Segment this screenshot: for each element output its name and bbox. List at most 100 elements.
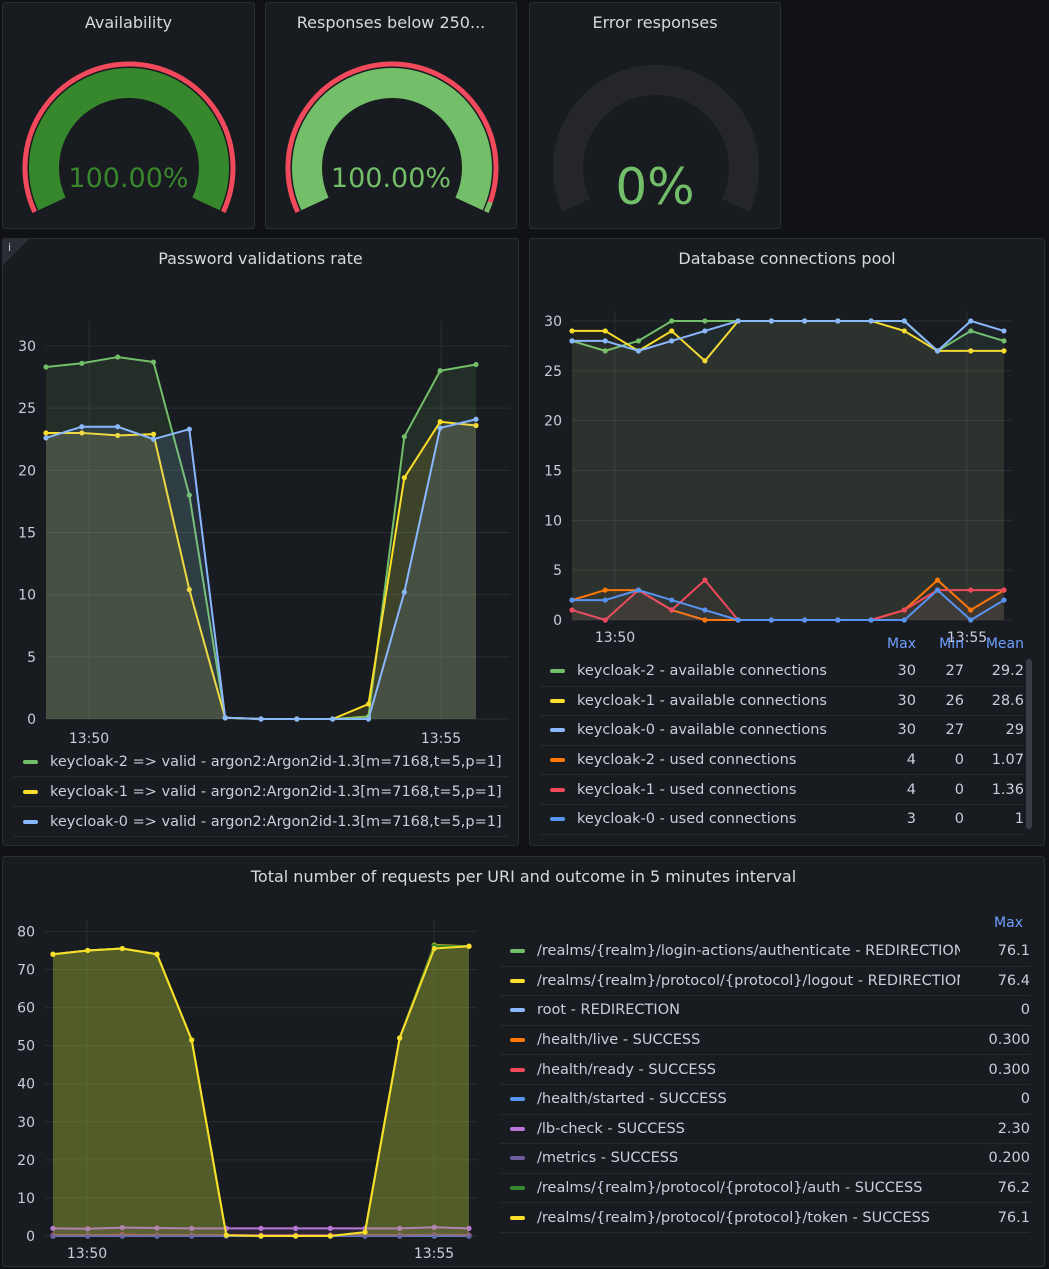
legend-item[interactable]: /realms/{realm}/protocol/{protocol}/logo… xyxy=(500,967,1030,997)
data-point xyxy=(702,577,708,583)
gauge-value: 100.00% xyxy=(68,163,189,194)
legend-item[interactable]: /health/live - SUCCESS 0.300 xyxy=(500,1026,1030,1056)
data-point xyxy=(802,617,808,623)
legend-header-max[interactable]: Max xyxy=(860,636,916,652)
gauge-panel-errors[interactable]: Error responses 0% xyxy=(529,2,781,229)
legend-item[interactable]: /health/started - SUCCESS 0 xyxy=(500,1085,1030,1115)
legend-item[interactable]: keycloak-2 - available connections 30 27 29… xyxy=(540,657,1024,687)
data-point xyxy=(258,716,264,722)
legend-mean-value: 29 xyxy=(1005,722,1024,739)
legend-item[interactable]: /health/ready - SUCCESS 0.300 xyxy=(500,1055,1030,1085)
legend-item[interactable]: keycloak-0 - used connections 3 0 1 xyxy=(540,805,1024,835)
data-point xyxy=(327,1225,333,1231)
legend-max-value: 3 xyxy=(906,811,916,828)
data-point xyxy=(669,318,675,324)
data-point xyxy=(768,617,774,623)
data-point xyxy=(186,426,192,432)
legend-color-swatch xyxy=(550,787,565,792)
data-point xyxy=(868,617,874,623)
y-tick-label: 0 xyxy=(553,613,562,629)
legend-item[interactable]: /metrics - SUCCESS 0.200 xyxy=(500,1144,1030,1174)
data-point xyxy=(154,951,160,957)
data-point xyxy=(258,1233,264,1239)
data-point xyxy=(901,318,907,324)
legend-item[interactable]: keycloak-2 => valid - argon2:Argon2id-1.… xyxy=(13,747,509,777)
data-point xyxy=(365,701,372,707)
legend-item[interactable]: /realms/{realm}/login-actions/authentica… xyxy=(500,937,1030,967)
data-point xyxy=(362,1229,368,1235)
legend-label: keycloak-0 - available connections xyxy=(577,722,827,739)
y-tick-label: 25 xyxy=(544,364,562,380)
data-point xyxy=(1001,587,1007,593)
legend-mean-value: 1.07 xyxy=(991,752,1024,769)
y-tick-label: 80 xyxy=(17,924,35,940)
requests-per-uri-panel[interactable]: Total number of requests per URI and out… xyxy=(2,856,1045,1267)
data-point xyxy=(115,424,121,430)
legend-color-swatch xyxy=(23,789,38,794)
data-point xyxy=(901,607,907,613)
gauge-panel-responses[interactable]: Responses below 250... 100.00% xyxy=(265,2,517,229)
legend-max-value: 0.300 xyxy=(988,1032,1030,1049)
data-point xyxy=(330,716,336,722)
y-tick-label: 60 xyxy=(17,1001,35,1017)
legend-item[interactable]: /realms/{realm}/protocol/{protocol}/auth… xyxy=(500,1174,1030,1204)
data-point xyxy=(43,364,49,370)
y-tick-label: 5 xyxy=(553,563,562,579)
legend-label: /realms/{realm}/protocol/{protocol}/auth… xyxy=(537,1180,923,1197)
data-point xyxy=(189,1037,195,1043)
db-connections-panel[interactable]: Database connections pool 0 5 10 15 20 25 30 13… xyxy=(529,238,1045,846)
legend-color-swatch xyxy=(550,698,565,703)
legend-label: /metrics - SUCCESS xyxy=(537,1150,679,1167)
legend-color-swatch xyxy=(550,728,565,733)
data-point xyxy=(50,951,56,957)
legend-item[interactable]: keycloak-0 - available connections 30 27 29 xyxy=(540,716,1024,746)
legend-item[interactable]: keycloak-1 - used connections 4 0 1.36 xyxy=(540,775,1024,805)
y-tick-label: 10 xyxy=(18,588,36,604)
legend-label: keycloak-1 - used connections xyxy=(577,781,797,798)
legend-header-max[interactable]: Max xyxy=(963,915,1023,931)
legend-label: /health/started - SUCCESS xyxy=(537,1091,727,1108)
legend-header-mean[interactable]: Mean xyxy=(964,636,1024,652)
data-point xyxy=(835,318,841,324)
legend-min-value: 0 xyxy=(954,811,964,828)
data-point xyxy=(702,318,708,324)
data-point xyxy=(79,360,85,366)
legend-max-value: 0.300 xyxy=(988,1061,1030,1078)
legend-max-value: 76.2 xyxy=(997,1180,1030,1197)
data-point xyxy=(43,430,49,436)
legend-item[interactable]: /lb-check - SUCCESS 2.30 xyxy=(500,1115,1030,1145)
legend-item[interactable]: keycloak-1 - available connections 30 26 28… xyxy=(540,687,1024,717)
legend-mean-value: 1.36 xyxy=(991,781,1024,798)
legend-scrollbar[interactable] xyxy=(1026,659,1032,829)
gauge-panel-availability[interactable]: Availability 100.00% xyxy=(2,2,255,229)
series-area xyxy=(572,320,1004,620)
data-point xyxy=(968,617,974,623)
legend-item[interactable]: keycloak-2 - used connections 4 0 1.07 xyxy=(540,746,1024,776)
data-point xyxy=(968,587,974,593)
data-point xyxy=(635,587,642,593)
gauge-value: 0% xyxy=(615,158,695,216)
data-point xyxy=(569,338,575,344)
legend-label: /lb-check - SUCCESS xyxy=(537,1120,685,1137)
data-point xyxy=(473,361,479,368)
data-point xyxy=(569,328,575,334)
legend-max-value: 76.1 xyxy=(997,943,1030,960)
password-validations-panel[interactable]: i Password validations rate 0 5 10 15 20 25 30… xyxy=(2,238,519,846)
legend-header-min[interactable]: Min xyxy=(916,636,964,652)
chart-legend: /realms/{realm}/login-actions/authentica… xyxy=(500,937,1030,1237)
legend-min-value: 0 xyxy=(954,781,964,798)
gauge-availability xyxy=(22,61,236,214)
legend-item[interactable]: /realms/{realm}/protocol/{protocol}/toke… xyxy=(500,1203,1030,1233)
x-tick-label: 13:50 xyxy=(595,630,635,646)
legend-min-value: 0 xyxy=(954,752,964,769)
data-point xyxy=(635,338,642,344)
legend-max-value: 2.30 xyxy=(997,1120,1030,1137)
legend-item[interactable]: root - REDIRECTION 0 xyxy=(500,996,1030,1026)
legend-item[interactable]: keycloak-0 => valid - argon2:Argon2id-1.… xyxy=(13,807,509,837)
data-point xyxy=(222,715,228,721)
legend-item[interactable]: keycloak-1 => valid - argon2:Argon2id-1.… xyxy=(13,777,509,807)
data-point xyxy=(835,617,841,623)
legend-min-value: 27 xyxy=(945,663,964,680)
chart-legend: keycloak-2 => valid - argon2:Argon2id-1.… xyxy=(13,747,509,837)
data-point xyxy=(401,475,407,481)
